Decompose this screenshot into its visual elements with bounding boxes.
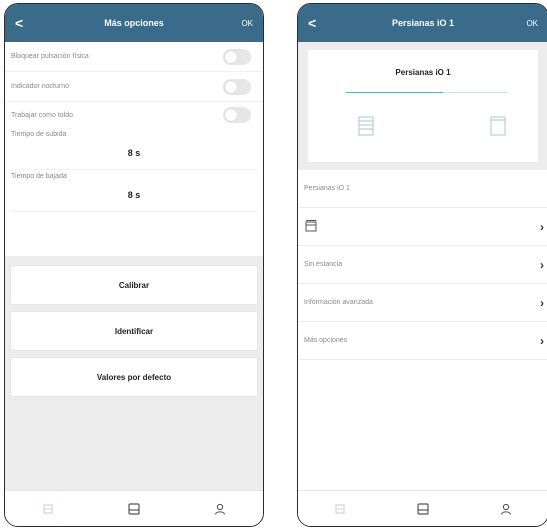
device-name-row[interactable]: Persianas iO 1 [298,170,547,208]
device-title: Persianas iO 1 [395,68,451,77]
ok-button[interactable]: OK [518,19,538,28]
tab-bar [298,490,547,526]
page-title: Más opciones [104,18,164,28]
device-type-row[interactable]: › [298,208,547,246]
back-button[interactable]: < [308,15,328,31]
actions-area: Calibrar Identificar Valores por defecto [5,256,263,490]
calibrate-button[interactable]: Calibrar [11,266,257,304]
device-name: Persianas iO 1 [304,185,350,192]
user-icon[interactable] [213,502,227,516]
toggle-label: Indicador nocturno [11,83,69,90]
room-row[interactable]: Sin estancia › [298,246,547,284]
shutter-closed-icon[interactable] [358,116,374,136]
room-label: Sin estancia [304,261,343,268]
device-title-underline [346,92,508,93]
fall-time-block: Tiempo de bajada 8 s [5,170,263,212]
more-options-row[interactable]: Más opciones › [298,322,547,360]
toggle-switch[interactable] [223,107,251,123]
rise-time-block: Tiempo de subida 8 s [5,128,263,170]
toggle-switch[interactable] [223,48,251,65]
toggle-label: Trabajar como toldo [11,111,73,119]
toggle-label: Bloquear pulsación física [11,53,89,60]
device-detail-body: Persianas iO 1 Persianas iO 1 › Sin esta… [298,42,547,490]
defaults-button[interactable]: Valores por defecto [11,358,257,396]
phone-more-options: < Más opciones OK Bloquear pulsación fís… [4,3,264,527]
identify-button[interactable]: Identificar [11,312,257,350]
navbar: < Más opciones OK [5,4,263,42]
user-icon[interactable] [499,502,513,516]
advanced-info-row[interactable]: Información avanzada › [298,284,547,322]
settings-list: Persianas iO 1 › Sin estancia › Informac… [298,170,547,490]
grid-icon[interactable] [41,502,55,516]
fall-time-value[interactable]: 8 s [11,184,257,212]
back-button[interactable]: < [15,15,35,31]
chevron-right-icon: › [540,333,544,348]
shutter-open-icon[interactable] [490,116,506,136]
navbar: < Persianas iO 1 OK [298,4,547,42]
toggle-row-awning: Trabajar como toldo [5,102,263,128]
device-icon[interactable] [416,502,430,516]
toggle-row-lock-physical: Bloquear pulsación física [5,42,263,72]
tab-bar [5,490,263,526]
grid-icon[interactable] [333,502,347,516]
page-title: Persianas iO 1 [391,18,455,28]
device-type-icon [304,219,318,235]
chevron-right-icon: › [540,219,544,234]
rise-time-value[interactable]: 8 s [11,142,257,170]
more-options-label: Más opciones [304,337,348,344]
chevron-right-icon: › [540,295,544,310]
chevron-right-icon: › [540,257,544,272]
advanced-info-label: Información avanzada [304,299,373,306]
device-card: Persianas iO 1 [308,50,538,162]
fall-time-label: Tiempo de bajada [11,173,67,180]
phone-device-detail: < Persianas iO 1 OK Persianas iO 1 Persi… [297,3,547,527]
device-icon[interactable] [127,502,141,516]
ok-button[interactable]: OK [233,19,253,28]
toggle-switch[interactable] [223,78,251,95]
toggle-row-night-indicator: Indicador nocturno [5,72,263,102]
rise-time-label: Tiempo de subida [11,131,67,138]
